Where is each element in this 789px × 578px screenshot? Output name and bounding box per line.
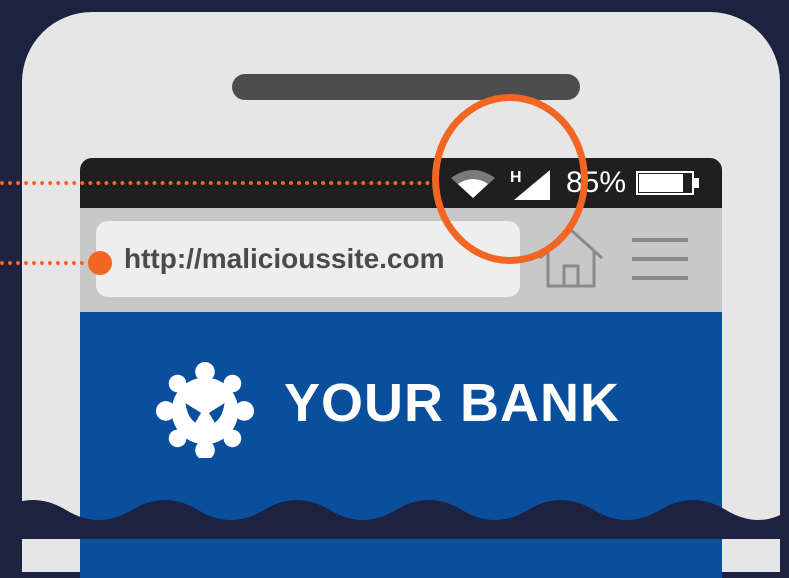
bank-name: YOUR BANK: [284, 373, 621, 433]
torn-edge: [0, 500, 789, 539]
battery-fill: [639, 174, 683, 192]
hamburger-menu-icon[interactable]: [632, 236, 688, 282]
battery-icon: [636, 171, 699, 195]
browser-toolbar: http://malicioussite.com: [80, 208, 722, 312]
status-callout-line: [0, 181, 430, 185]
url-callout-dot: [88, 251, 112, 275]
url-callout-line: [0, 261, 92, 265]
url-text: http://malicioussite.com: [124, 243, 445, 274]
status-highlight-ring: [432, 94, 588, 264]
bank-logo-icon: [156, 361, 254, 458]
